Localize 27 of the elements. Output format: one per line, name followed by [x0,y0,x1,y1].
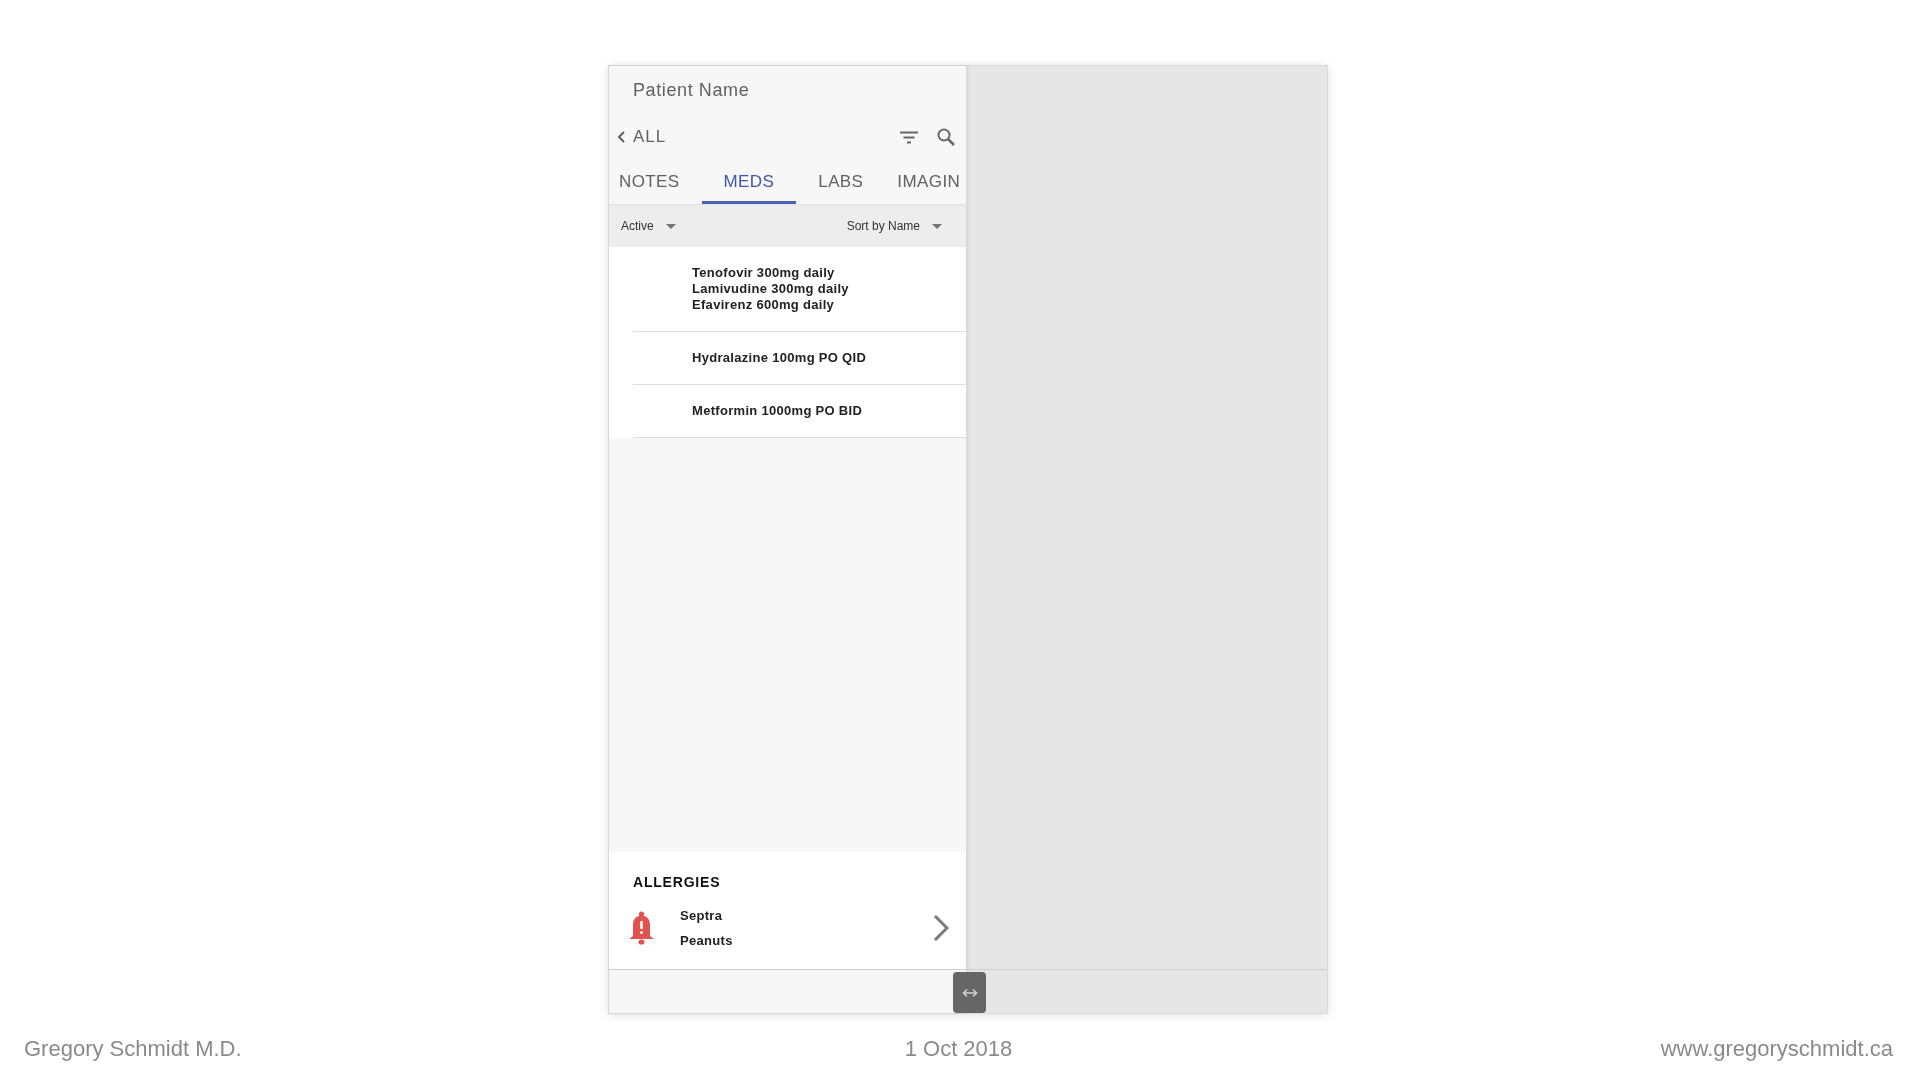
allergy-name: Septra [680,907,723,925]
alert-bell-icon [628,911,655,945]
filter-icon[interactable] [900,130,918,144]
chevron-right-icon[interactable] [933,914,949,942]
author-name: Gregory Schmidt M.D. [24,1036,242,1062]
back-button[interactable]: ALL [617,127,667,147]
medication-entry: Metformin 1000mg PO BID [692,403,863,419]
chevron-left-icon [617,131,625,143]
status-dropdown[interactable]: Active [621,219,676,233]
dropdown-caret-icon [665,223,676,229]
medication-entry: Tenofovir 300mg daily [692,265,835,281]
sort-dropdown[interactable]: Sort by Name [846,219,942,233]
search-icon[interactable] [937,128,955,146]
medication-entry: Hydralazine 100mg PO QID [692,350,867,366]
date-text: 1 Oct 2018 [904,1036,1013,1062]
patient-name: Patient Name [633,79,750,101]
allergies-heading: ALLERGIES [633,874,721,890]
resize-handle[interactable] [953,972,986,1013]
dropdown-caret-icon [932,223,942,229]
tab[interactable]: LABS [796,160,886,204]
tab[interactable]: IMAGIN [885,160,961,204]
medication-entry: Efavirenz 600mg daily [692,297,835,313]
double-arrow-icon [961,987,978,998]
medication-entry: Lamivudine 300mg daily [692,281,849,297]
website-text: www.gregoryschmidt.ca [1660,1036,1893,1062]
allergy-name: Peanuts [680,932,733,950]
tab[interactable]: NOTES [609,160,702,204]
